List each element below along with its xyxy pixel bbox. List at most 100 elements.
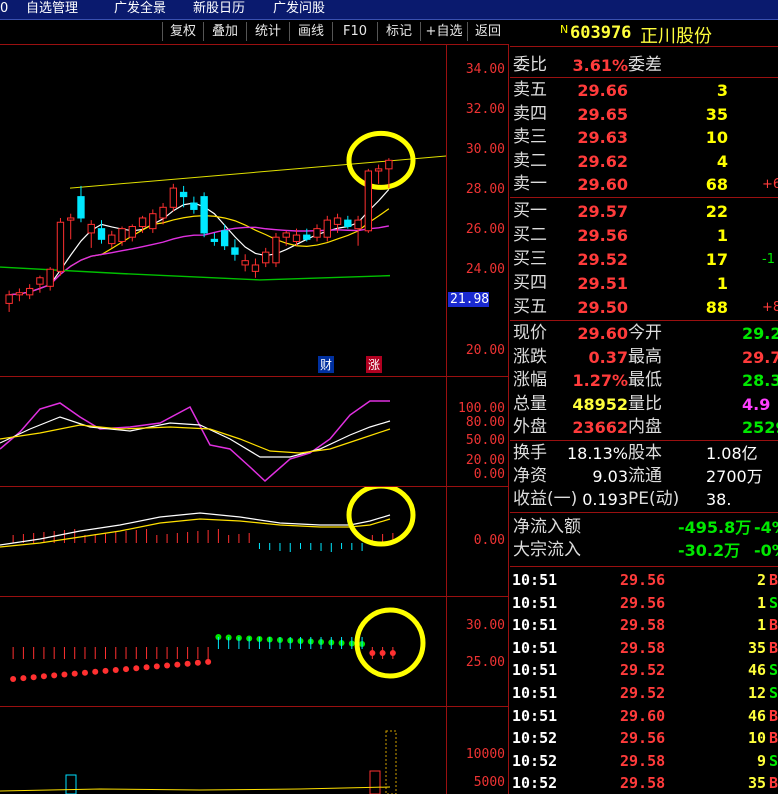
candle-body: [303, 234, 311, 240]
candle-body: [128, 226, 136, 238]
bid-price: 29.57: [577, 202, 628, 221]
macd-dea-line: [0, 518, 391, 548]
ask-row[interactable]: 卖四 29.65 35: [510, 103, 778, 126]
statistics-button[interactable]: 统计: [246, 22, 289, 41]
tick-direction: B: [768, 616, 778, 635]
tick-direction: S: [768, 684, 778, 702]
sar-dot: [61, 671, 68, 678]
quote-separator: [510, 320, 778, 321]
menu-item-watchlist[interactable]: 自选管理: [26, 0, 78, 17]
trade-tick-row: 10:51 29.58 35 B: [510, 637, 778, 659]
menu-item-ipo-calendar[interactable]: 新股日历: [193, 0, 245, 17]
candle-body: [138, 217, 147, 228]
tick-volume: 2: [756, 571, 766, 589]
fundamental-label: 股本: [628, 443, 662, 463]
money-flow-pct: -4%: [754, 518, 778, 537]
limit-up-badge[interactable]: 涨: [366, 356, 383, 373]
tick-volume: 1: [756, 593, 766, 612]
ask-volume: 68: [705, 175, 728, 194]
fundamental-row: 净资 9.03 流通 2700万: [510, 465, 778, 488]
sar-tick: 30.00: [465, 618, 505, 633]
ask-label: 卖一: [513, 174, 547, 194]
sar-dot: [164, 662, 171, 669]
candle-body: [179, 191, 188, 198]
bid-row[interactable]: 买二 29.56 1: [510, 224, 778, 247]
top-menu-bar: 0 自选管理 广发全景 新股日历 广发问股: [0, 0, 778, 20]
kdj-d-line: [0, 424, 391, 454]
restore-rights-button[interactable]: 复权: [162, 22, 203, 41]
bid-row[interactable]: 买四 29.51 1: [510, 272, 778, 295]
candle-body: [46, 268, 54, 287]
fundamental-value: 18.13%: [566, 444, 628, 463]
candle-body: [313, 228, 321, 238]
candle-body: [15, 292, 24, 296]
kdj-tick: 20.00: [465, 453, 505, 468]
tick-price: 29.52: [620, 684, 666, 702]
volume-bar: [65, 774, 77, 794]
candle-body: [374, 168, 383, 172]
volume-bar: [369, 770, 381, 794]
trade-tick-row: 10:51 29.52 46 S: [510, 659, 778, 681]
tick-volume: 9: [756, 751, 766, 770]
volume-pane[interactable]: [0, 707, 446, 794]
ask-price: 29.65: [577, 104, 628, 124]
trade-tick-row: 10:51 29.52 12 S: [510, 682, 778, 704]
quote-separator: [510, 512, 778, 513]
add-watchlist-button[interactable]: +自选: [420, 22, 467, 41]
ma10-line: [9, 208, 390, 296]
overlay-button[interactable]: 叠加: [203, 22, 246, 41]
tick-direction: S: [768, 661, 778, 680]
ma5-line: [9, 188, 390, 296]
quote-separator: [510, 566, 778, 567]
f10-button[interactable]: F10: [332, 22, 377, 41]
bid-change: -1: [762, 252, 775, 267]
trade-tick-row: 10:52 29.58 9 S: [510, 750, 778, 772]
menu-item-panorama[interactable]: 广发全景: [114, 0, 166, 17]
candle-body: [354, 219, 362, 230]
ask-row[interactable]: 卖三 29.63 10: [510, 126, 778, 149]
fundamental-row: 换手 18.13% 股本 1.08亿: [510, 442, 778, 465]
kdj-j-line: [0, 400, 390, 483]
bid-change: +8: [762, 300, 778, 315]
mark-button[interactable]: 标记: [377, 22, 420, 41]
ask-row[interactable]: 卖五 29.66 3: [510, 79, 778, 102]
macd-pane[interactable]: [0, 487, 446, 596]
trade-tick-row: 10:51 29.58 1 B: [510, 614, 778, 636]
bid-row[interactable]: 买一 29.57 22: [510, 200, 778, 223]
trade-tick-row: 10:52 29.56 10 B: [510, 727, 778, 749]
trade-tick-row: 10:51 29.56 1 S: [510, 592, 778, 614]
stat-label: 现价: [513, 323, 547, 343]
kline-pane[interactable]: 财 涨: [0, 45, 446, 376]
highlight-circle: [354, 607, 426, 679]
ask-row[interactable]: 卖二 29.62 4: [510, 150, 778, 173]
tick-volume: 12: [747, 684, 766, 702]
order-diff-label: 委差: [628, 55, 662, 75]
sar-dot: [123, 666, 130, 673]
fundamental-value: 38.: [706, 490, 732, 509]
finance-badge[interactable]: 财: [318, 356, 335, 373]
sar-dot: [20, 675, 27, 682]
chart-toolbar: 复权 叠加 统计 画线 F10 标记 +自选 返回: [0, 20, 508, 44]
menu-item-ask-stock[interactable]: 广发问股: [273, 0, 325, 17]
kline-chart[interactable]: [0, 45, 446, 376]
bid-row[interactable]: 买三 29.52 17 -1: [510, 248, 778, 271]
ask-label: 卖三: [513, 127, 547, 147]
candle-body: [344, 219, 352, 228]
sar-pane[interactable]: [0, 597, 446, 706]
sar-dot: [30, 674, 37, 681]
back-button[interactable]: 返回: [467, 22, 508, 41]
draw-line-button[interactable]: 画线: [289, 22, 332, 41]
tick-volume: 35: [747, 638, 766, 657]
tick-time: 10:52: [512, 751, 558, 770]
kdj-pane[interactable]: [0, 377, 446, 486]
menu-item[interactable]: 0: [0, 0, 8, 17]
price-tick: 34.00: [465, 62, 505, 77]
ask-row[interactable]: 卖一 29.60 68 +6: [510, 173, 778, 196]
bid-row[interactable]: 买五 29.50 88 +8: [510, 296, 778, 319]
sar-dot: [10, 676, 17, 682]
tick-price: 29.56: [620, 593, 666, 612]
candle-body: [231, 247, 239, 255]
bid-price: 29.51: [577, 274, 628, 293]
bid-volume: 22: [705, 202, 728, 221]
kdj-axis: 100.00 80.00 50.00 20.00 0.00: [446, 377, 509, 486]
